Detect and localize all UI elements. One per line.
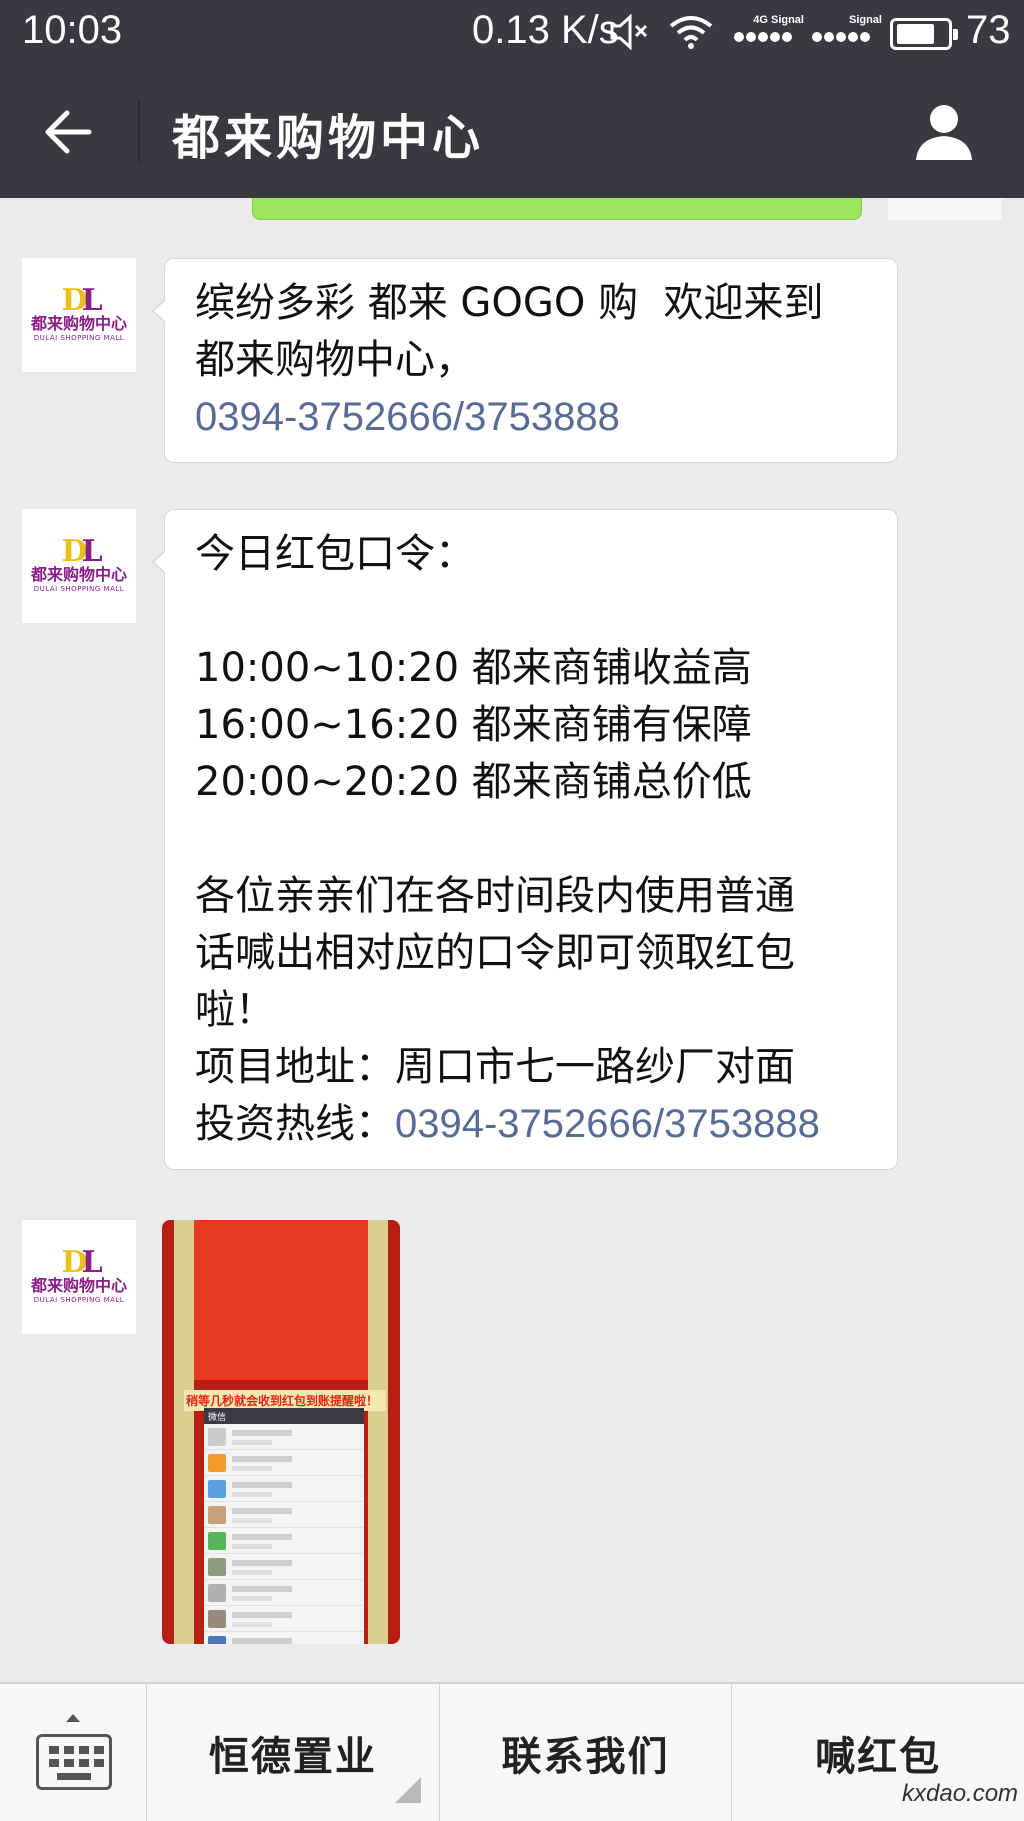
signal-1-label: 4G Signal bbox=[753, 14, 804, 26]
person-icon bbox=[916, 105, 972, 160]
signal-2-label: Signal bbox=[848, 14, 882, 26]
arrow-left-icon bbox=[45, 110, 92, 154]
screenshot-row bbox=[204, 1632, 364, 1644]
profile-button[interactable] bbox=[910, 98, 978, 166]
screenshot-row bbox=[204, 1476, 364, 1502]
menu-item-contact[interactable]: 联系我们 bbox=[440, 1684, 733, 1821]
avatar[interactable]: DL 都来购物中心 DULAI SHOPPING MALL bbox=[22, 1220, 136, 1334]
message-text: 话喊出相对应的口令即可领取红包 bbox=[195, 930, 795, 976]
message-text: 都来购物中心， bbox=[195, 337, 475, 383]
screenshot-row bbox=[204, 1606, 364, 1632]
chat-area[interactable]: DL 都来购物中心 DULAI SHOPPING MALL 缤纷多彩 都来 GO… bbox=[0, 198, 1024, 1682]
watermark: kxdao.com bbox=[902, 1780, 1019, 1807]
title-divider bbox=[138, 100, 140, 162]
screenshot-row bbox=[204, 1580, 364, 1606]
back-button[interactable] bbox=[40, 104, 96, 160]
image-phone-screenshot: 微信 bbox=[204, 1408, 364, 1644]
bottom-menu: 恒德置业 联系我们 喊红包 bbox=[0, 1682, 1024, 1821]
avatar[interactable]: DL 都来购物中心 DULAI SHOPPING MALL bbox=[22, 509, 136, 623]
logo-cn: 都来购物中心 bbox=[30, 1276, 127, 1295]
screenshot-row bbox=[204, 1502, 364, 1528]
screenshot-row bbox=[204, 1554, 364, 1580]
menu-item-label: 联系我们 bbox=[501, 1733, 670, 1780]
hotline-label: 投资热线： bbox=[195, 1101, 395, 1147]
menu-item-hengde[interactable]: 恒德置业 bbox=[147, 1684, 440, 1821]
message-heading: 今日红包口令： bbox=[195, 531, 475, 577]
message-bubble[interactable]: 今日红包口令： 10:00~10:20 都来商铺收益高 16:00~16:20 … bbox=[152, 509, 898, 1170]
menu-item-label: 恒德置业 bbox=[208, 1733, 377, 1780]
keyboard-icon bbox=[36, 1734, 112, 1790]
screenshot-row bbox=[204, 1424, 364, 1450]
screenshot-row bbox=[204, 1528, 364, 1554]
keyboard-toggle-button[interactable] bbox=[0, 1684, 147, 1821]
battery-icon bbox=[890, 18, 958, 50]
logo-letters: DL bbox=[61, 1245, 102, 1280]
logo-en: DULAI SHOPPING MALL bbox=[33, 334, 125, 342]
signal-icon: 4G Signal bbox=[734, 14, 804, 46]
phone-number-2[interactable]: 3753888 bbox=[464, 395, 620, 439]
schedule-line: 10:00~10:20 都来商铺收益高 bbox=[195, 645, 752, 691]
image-border-left bbox=[174, 1220, 194, 1644]
wifi-icon bbox=[669, 16, 713, 49]
status-time: 10:03 bbox=[22, 8, 123, 52]
logo-letters: DL bbox=[61, 534, 102, 569]
battery-level: 73 bbox=[966, 8, 1011, 52]
logo-en: DULAI SHOPPING MALL bbox=[33, 1296, 125, 1304]
previous-avatar[interactable] bbox=[888, 198, 1002, 220]
message-text: 啦！ bbox=[195, 987, 275, 1033]
schedule-line: 20:00~20:20 都来商铺总价低 bbox=[195, 759, 752, 805]
address-line: 项目地址：周口市七一路纱厂对面 bbox=[195, 1044, 795, 1090]
signal-icon: Signal bbox=[812, 14, 882, 46]
screenshot-header: 微信 bbox=[204, 1408, 364, 1424]
image-red-panel bbox=[194, 1220, 368, 1380]
logo-cn: 都来购物中心 bbox=[30, 314, 127, 333]
logo-letters: DL bbox=[61, 283, 102, 318]
avatar[interactable]: DL 都来购物中心 DULAI SHOPPING MALL bbox=[22, 258, 136, 372]
phone-separator: / bbox=[453, 395, 465, 439]
title-bar: 都来购物中心 bbox=[0, 64, 1024, 198]
message-text: 各位亲亲们在各时间段内使用普通 bbox=[195, 873, 795, 919]
schedule-line: 16:00~16:20 都来商铺有保障 bbox=[195, 702, 752, 748]
page-title: 都来购物中心 bbox=[172, 110, 485, 166]
phone-number[interactable]: 0394-3752666 bbox=[195, 395, 453, 439]
logo-cn: 都来购物中心 bbox=[30, 565, 127, 584]
message-text: 缤纷多彩 都来 GOGO 购 欢迎来到 bbox=[195, 280, 824, 326]
chevron-up-icon bbox=[66, 1714, 80, 1722]
image-message[interactable]: 稍等几秒就会收到红包到账提醒啦！ 微信 bbox=[162, 1220, 400, 1644]
screenshot-row bbox=[204, 1450, 364, 1476]
message-bubble[interactable]: 缤纷多彩 都来 GOGO 购 欢迎来到 都来购物中心， 0394-3752666… bbox=[152, 258, 898, 463]
network-speed: 0.13 K/s bbox=[472, 8, 619, 52]
phone-link[interactable]: 0394-3752666/3753888 bbox=[195, 389, 867, 446]
phone-separator: / bbox=[653, 1102, 665, 1146]
image-border-right bbox=[368, 1220, 388, 1644]
phone-number[interactable]: 0394-3752666 bbox=[395, 1102, 653, 1146]
logo-en: DULAI SHOPPING MALL bbox=[33, 585, 125, 593]
menu-item-label: 喊红包 bbox=[815, 1733, 942, 1780]
phone-number-2[interactable]: 3753888 bbox=[664, 1102, 820, 1146]
hotline-line: 投资热线：0394-3752666/3753888 bbox=[195, 1096, 867, 1153]
mute-icon bbox=[610, 13, 648, 51]
status-bar: 10:03 0.13 K/s 4G Signal Signal 73 bbox=[0, 0, 1024, 64]
previous-message-bubble[interactable] bbox=[252, 198, 862, 220]
submenu-indicator-icon bbox=[394, 1777, 421, 1803]
